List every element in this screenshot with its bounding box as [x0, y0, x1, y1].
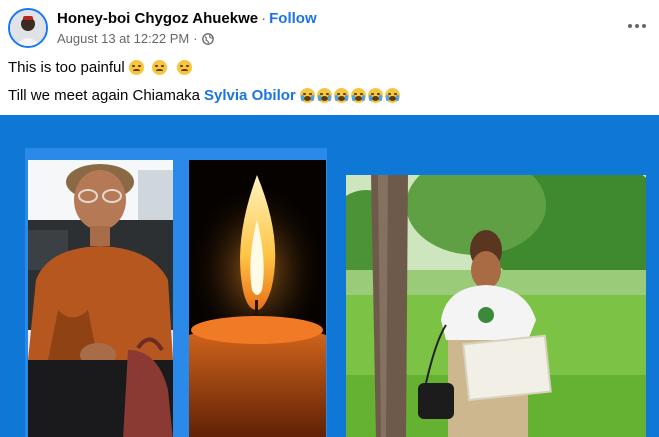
post-text: This is too painful — [8, 59, 125, 76]
loudly-crying-face-emoji — [350, 88, 366, 103]
post-text-line-1: This is too painful — [8, 59, 192, 76]
more-options-icon[interactable] — [625, 14, 649, 38]
author-name[interactable]: Honey-boi Chygoz Ahuekwe — [57, 10, 258, 27]
post-text: Till we meet again Chiamaka — [8, 87, 201, 104]
separator-dot: · — [261, 10, 267, 27]
woman-portrait-photo[interactable] — [28, 160, 173, 437]
nysc-graduate-photo[interactable] — [346, 175, 646, 437]
persevering-face-emoji — [176, 60, 192, 75]
loudly-crying-face-emoji — [333, 88, 349, 103]
globe-icon[interactable] — [201, 32, 214, 45]
author-line: Honey-boi Chygoz Ahuekwe · Follow — [57, 10, 317, 27]
loudly-crying-face-emoji — [367, 88, 383, 103]
loudly-crying-face-emoji — [316, 88, 332, 103]
post-meta: August 13 at 12:22 PM · — [57, 31, 214, 46]
post-timestamp[interactable]: August 13 at 12:22 PM — [57, 31, 189, 46]
post-text-line-2: Till we meet again Chiamaka Sylvia Obilo… — [8, 87, 400, 104]
follow-button[interactable]: Follow — [269, 10, 317, 27]
persevering-face-emoji — [128, 60, 144, 75]
post-media[interactable] — [0, 115, 659, 437]
author-avatar[interactable] — [8, 8, 48, 48]
persevering-face-emoji — [151, 60, 167, 75]
post-header: Honey-boi Chygoz Ahuekwe · Follow August 1… — [8, 8, 651, 50]
candle-flame-photo[interactable] — [189, 160, 326, 437]
loudly-crying-face-emoji — [384, 88, 400, 103]
meta-separator: · — [193, 31, 198, 46]
loudly-crying-face-emoji — [299, 88, 315, 103]
mention-link[interactable]: Sylvia Obilor — [204, 87, 296, 104]
